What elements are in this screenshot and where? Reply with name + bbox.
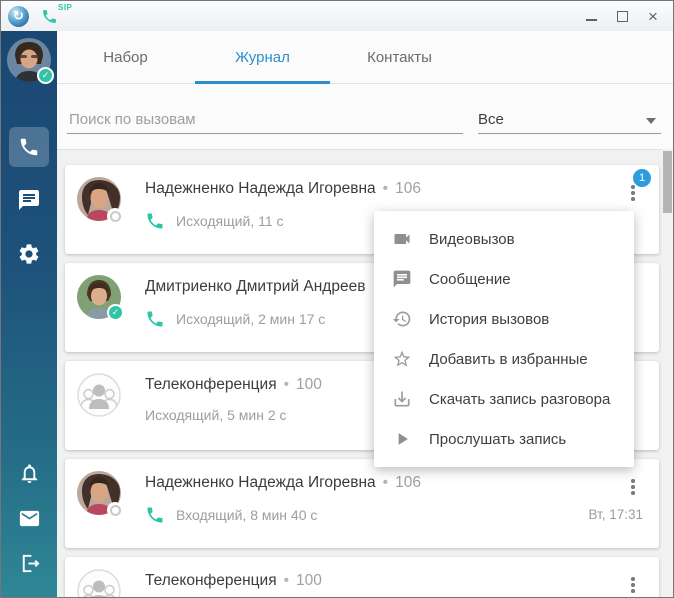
contact-name-row: Телеконференция • 100 [145,572,322,589]
context-menu: Видеовызов Сообщение История вызовов Доб… [374,211,634,467]
menu-item-message[interactable]: Сообщение [374,259,634,299]
sidebar-item-mail[interactable] [18,507,41,535]
chat-icon [19,190,39,210]
contact-number: 100 [296,572,322,589]
tab-contacts[interactable]: Контакты [331,31,468,83]
sidebar: ✓ [1,31,57,597]
star-icon [393,350,411,367]
search-input[interactable] [67,106,463,134]
avatar-group [77,569,121,597]
menu-item-add-favorites[interactable]: Добавить в избранные [374,339,634,379]
chevron-down-icon [646,118,656,124]
notification-badge: 1 [633,169,651,187]
sidebar-bottom [18,462,41,580]
contact-number: 106 [395,180,421,197]
app-logo-icon: ↻ [8,5,29,27]
play-icon [398,433,408,445]
menu-item-video-call[interactable]: Видеовызов [374,219,634,259]
scrollbar-thumb[interactable] [663,151,672,213]
call-log-row[interactable]: Телеконференция • 100 [65,557,659,597]
call-details-row: Входящий, 8 мин 40 с [145,505,645,525]
sidebar-item-calls[interactable] [9,127,49,167]
menu-item-download-recording[interactable]: Скачать запись разговора [374,379,634,419]
avatar [77,177,123,224]
phone-icon [147,213,163,229]
contact-name: Дмитриенко Дмитрий Андреев [145,278,366,295]
app-window: ↻ SIP × ✓ Набор Журнал Контакты Поиск по… [0,0,674,598]
avatar: ✓ [77,275,124,321]
contact-name: Телеконференция [145,376,277,393]
filter-value: Все [478,111,504,128]
close-button[interactable]: × [645,6,661,26]
contact-name: Надежненко Надежда Игоревна [145,180,376,197]
minimize-icon [585,19,597,21]
window-controls: × [583,6,661,26]
bell-icon [21,464,37,484]
search-row: Все [57,84,673,149]
titlebar: ↻ SIP × [1,1,673,31]
mail-icon [19,510,39,527]
logout-icon [22,554,39,573]
call-details: Исходящий, 2 мин 17 с [176,311,326,327]
minimize-button[interactable] [583,8,599,24]
sidebar-item-notifications[interactable] [18,462,41,490]
contact-name: Надежненко Надежда Игоревна [145,474,376,491]
user-avatar[interactable]: ✓ [7,38,54,84]
tab-bar: Набор Журнал Контакты [57,31,673,84]
sidebar-item-logout[interactable] [18,552,41,580]
offline-status-badge [107,502,123,518]
settings-gear-icon [19,244,39,264]
sip-phone-icon: SIP [41,3,75,28]
maximize-icon [616,10,628,22]
tab-journal[interactable]: Журнал [194,31,331,84]
main-content: Набор Журнал Контакты Все [57,31,673,597]
filter-dropdown[interactable]: Все [478,106,661,134]
call-details: Исходящий, 11 с [176,213,284,229]
videocam-icon [394,234,410,244]
maximize-button[interactable] [614,8,630,24]
download-icon [394,391,410,407]
offline-status-badge [107,208,123,224]
row-menu-button[interactable] [625,479,641,505]
menu-item-play-recording[interactable]: Прослушать запись [374,419,634,459]
phone-icon [147,507,163,523]
row-menu-button[interactable] [625,577,641,597]
avatar-group [77,373,121,417]
close-icon: × [648,6,658,26]
phone-icon [147,311,163,327]
call-details: Исходящий, 5 мин 2 с [145,407,287,423]
online-status-badge: ✓ [107,304,124,321]
online-status-badge: ✓ [37,67,54,84]
phone-icon [20,138,38,156]
history-icon [392,311,411,327]
contact-number: 106 [395,474,421,491]
message-icon [393,270,411,288]
call-details: Входящий, 8 мин 40 с [176,507,318,523]
menu-item-call-history[interactable]: История вызовов [374,299,634,339]
contact-name-row: Надежненко Надежда Игоревна • 106 [145,180,421,197]
avatar [77,471,123,518]
row-menu-button[interactable] [625,185,641,211]
call-time: Вт, 17:31 [588,507,643,522]
contact-number: 100 [296,376,322,393]
sidebar-item-settings[interactable] [9,234,49,274]
scrollbar-track[interactable] [662,149,673,597]
contact-name-row: Надежненко Надежда Игоревна • 106 [145,474,421,491]
sidebar-item-messages[interactable] [9,180,49,220]
contact-name: Телеконференция [145,572,277,589]
sip-label: SIP [58,3,73,12]
call-log-row[interactable]: Надежненко Надежда Игоревна • 106 Входящ… [65,459,659,548]
tab-dial[interactable]: Набор [57,31,194,83]
